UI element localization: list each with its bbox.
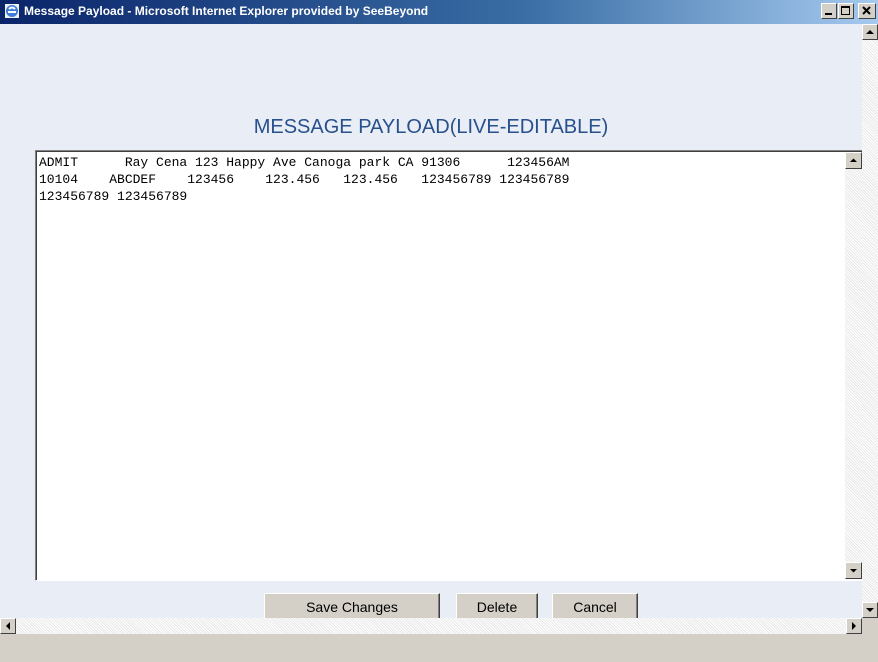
arrow-up-icon xyxy=(866,30,874,34)
page-content: MESSAGE PAYLOAD(LIVE-EDITABLE) ADMIT Ray… xyxy=(0,24,864,621)
window-vertical-scrollbar[interactable] xyxy=(862,24,878,618)
maximize-button[interactable] xyxy=(838,3,854,19)
arrow-down-icon xyxy=(866,608,874,612)
arrow-left-icon xyxy=(6,622,10,630)
close-button[interactable] xyxy=(858,3,876,19)
window-scroll-left[interactable] xyxy=(0,618,16,634)
window-bottom-frame xyxy=(0,634,878,662)
minimize-icon xyxy=(825,13,832,15)
delete-button[interactable]: Delete xyxy=(456,593,538,621)
minimize-button[interactable] xyxy=(821,3,837,19)
window-scroll-up[interactable] xyxy=(862,24,878,40)
payload-scroll-up[interactable] xyxy=(845,152,862,169)
cancel-button[interactable]: Cancel xyxy=(552,593,638,621)
arrow-right-icon xyxy=(852,622,856,630)
title-bar[interactable]: Message Payload - Microsoft Internet Exp… xyxy=(0,0,878,24)
window-vscroll-track[interactable] xyxy=(862,40,878,602)
window-title: Message Payload - Microsoft Internet Exp… xyxy=(24,4,429,18)
ie-icon xyxy=(4,3,20,19)
save-changes-button[interactable]: Save Changes xyxy=(264,593,440,621)
window-horizontal-scrollbar[interactable] xyxy=(0,618,862,634)
scrollbar-corner xyxy=(862,618,878,634)
page-title: MESSAGE PAYLOAD(LIVE-EDITABLE) xyxy=(253,116,609,138)
maximize-icon xyxy=(841,6,850,15)
close-icon xyxy=(862,6,871,15)
window-scroll-right[interactable] xyxy=(846,618,862,634)
arrow-up-icon xyxy=(850,158,857,162)
payload-scrollbar[interactable] xyxy=(845,152,862,579)
payload-textarea[interactable]: ADMIT Ray Cena 123 Happy Ave Canoga park… xyxy=(35,150,864,581)
payload-text[interactable]: ADMIT Ray Cena 123 Happy Ave Canoga park… xyxy=(39,154,843,578)
payload-scroll-down[interactable] xyxy=(845,562,862,579)
window-scroll-down[interactable] xyxy=(862,602,878,618)
arrow-down-icon xyxy=(850,569,857,573)
